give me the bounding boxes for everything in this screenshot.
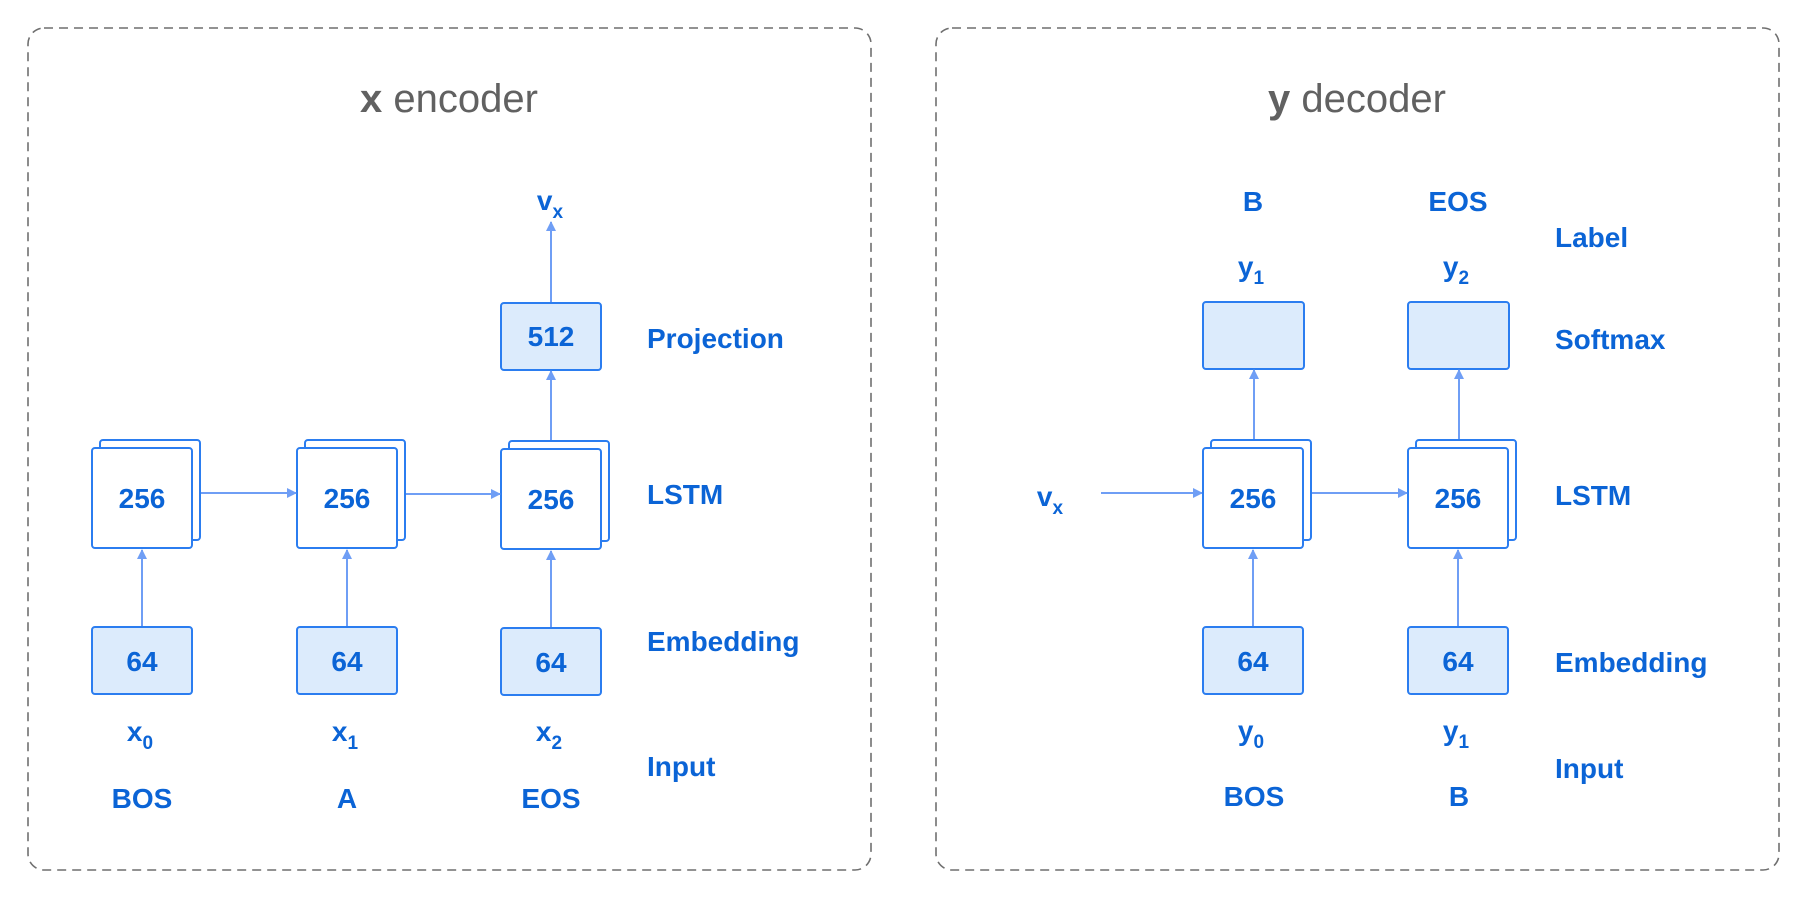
decoder-context-label: vx (1037, 481, 1064, 519)
encoder-lstm-1: 256 (296, 439, 406, 549)
decoder-lstm-0: 256 (1202, 439, 1312, 549)
decoder-row-label-input: Input (1555, 753, 1623, 784)
projection-layer: 512 (500, 302, 602, 371)
decoder-embedding-1: 64 (1407, 626, 1509, 695)
encoder-input-var-2: x2 (536, 716, 562, 754)
lstm-size: 256 (528, 484, 575, 515)
decoder-row-label-lstm: LSTM (1555, 480, 1631, 511)
decoder-panel-border (935, 27, 1780, 871)
encoder-row-label-projection: Projection (647, 323, 784, 354)
softmax-box-1 (1407, 301, 1510, 370)
softmax-box-0 (1202, 301, 1305, 370)
encoder-input-var-1: x1 (332, 716, 359, 754)
encoder-input-token-1: A (337, 783, 357, 814)
decoder-label-token-0: B (1243, 186, 1263, 217)
encoder-title: x encoder (360, 77, 538, 121)
encoder-embedding-0: 64 (91, 626, 193, 695)
decoder-label-var-0: y1 (1238, 251, 1265, 289)
decoder-title: y decoder (1268, 77, 1446, 121)
encoder-embedding-1: 64 (296, 626, 398, 695)
decoder-row-label-softmax: Softmax (1555, 324, 1666, 355)
encoder-lstm-0: 256 (91, 439, 201, 549)
decoder-input-var-0: y0 (1238, 715, 1264, 753)
encoder-panel: x encoder vx 512 256 256 256 64 64 64 x0… (27, 27, 872, 871)
lstm-size: 256 (1435, 483, 1482, 514)
embedding-size: 64 (331, 646, 363, 677)
decoder-input-token-1: B (1449, 781, 1469, 812)
decoder-label-var-1: y2 (1443, 251, 1469, 289)
lstm-size: 256 (119, 483, 166, 514)
decoder-label-token-1: EOS (1428, 186, 1487, 217)
encoder-row-label-input: Input (647, 751, 715, 782)
embedding-size: 64 (1442, 646, 1474, 677)
seq2seq-diagram: x encoder vx 512 256 256 256 64 64 64 x0… (27, 27, 1780, 871)
encoder-row-label-embedding: Embedding (647, 626, 799, 657)
encoder-embedding-2: 64 (500, 627, 602, 696)
decoder-embedding-0: 64 (1202, 626, 1304, 695)
decoder-row-label-label: Label (1555, 222, 1628, 253)
lstm-size: 256 (324, 483, 371, 514)
decoder-panel: y decoder B EOS y1 y2 vx 256 256 64 64 y… (935, 27, 1780, 871)
embedding-size: 64 (126, 646, 158, 677)
lstm-size: 256 (1230, 483, 1277, 514)
encoder-input-var-0: x0 (127, 716, 153, 754)
decoder-input-var-1: y1 (1443, 715, 1470, 753)
encoder-input-token-2: EOS (521, 783, 580, 814)
decoder-lstm-1: 256 (1407, 439, 1517, 549)
decoder-input-token-0: BOS (1224, 781, 1285, 812)
encoder-lstm-2: 256 (500, 440, 610, 550)
projection-size: 512 (528, 321, 575, 352)
encoder-row-label-lstm: LSTM (647, 479, 723, 510)
encoder-output-label: vx (537, 185, 564, 223)
encoder-input-token-0: BOS (112, 783, 173, 814)
embedding-size: 64 (535, 647, 567, 678)
decoder-row-label-embedding: Embedding (1555, 647, 1707, 678)
embedding-size: 64 (1237, 646, 1269, 677)
